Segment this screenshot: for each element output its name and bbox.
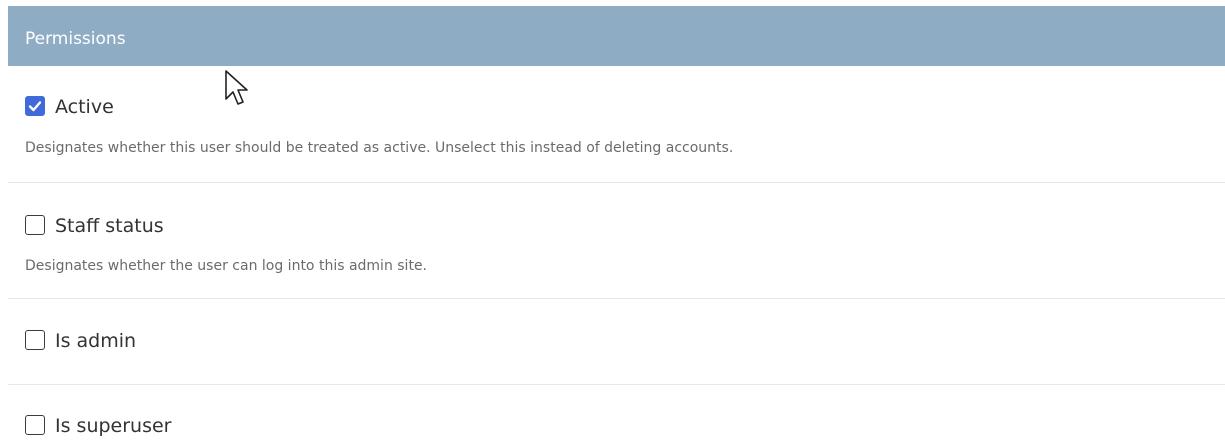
is-superuser-checkbox[interactable]: [25, 415, 45, 435]
staff-status-help-text: Designates whether the user can log into…: [25, 258, 428, 274]
permissions-title: Permissions: [25, 29, 126, 49]
is-admin-checkbox[interactable]: [25, 330, 45, 350]
active-label[interactable]: Active: [55, 95, 114, 119]
active-checkbox[interactable]: [25, 96, 45, 116]
active-help-text: Designates whether this user should be t…: [25, 140, 734, 156]
staff-status-checkbox[interactable]: [25, 215, 45, 235]
is-superuser-label[interactable]: Is superuser: [55, 414, 172, 438]
mouse-pointer-icon: [225, 70, 248, 105]
permissions-header: Permissions: [8, 6, 1225, 66]
checkmark-icon: [28, 101, 42, 112]
staff-status-label[interactable]: Staff status: [55, 214, 164, 238]
divider: [8, 182, 1225, 183]
permissions-fieldset: Permissions Active Designates whether th…: [8, 0, 1225, 444]
divider: [8, 384, 1225, 385]
is-admin-label[interactable]: Is admin: [55, 329, 136, 353]
divider: [8, 298, 1225, 299]
